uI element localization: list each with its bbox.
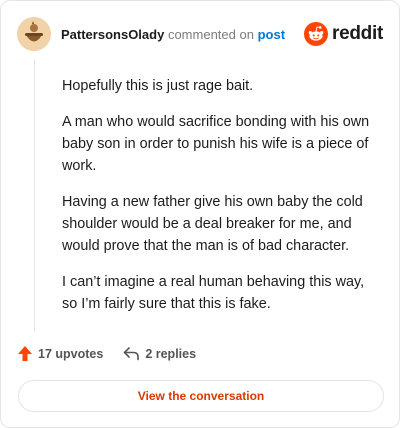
comment-paragraph: A man who would sacrifice bonding with h… bbox=[62, 114, 370, 174]
view-conversation-button[interactable]: View the conversation bbox=[18, 380, 384, 412]
reddit-logo[interactable]: reddit bbox=[304, 22, 383, 46]
view-conversation-label: View the conversation bbox=[137, 389, 265, 403]
post-link[interactable]: post bbox=[258, 27, 285, 42]
comment-meta: PattersonsOlady commented on post bbox=[61, 27, 285, 42]
upvote-arrow-icon bbox=[18, 346, 32, 361]
user-avatar[interactable] bbox=[17, 17, 51, 51]
commented-on-label: commented on bbox=[167, 26, 254, 42]
comment-card: PattersonsOlady commented on post reddit… bbox=[0, 0, 400, 428]
comment-body: Hopefully this is just rage bait. A man … bbox=[62, 75, 380, 329]
avatar-icon bbox=[17, 17, 51, 51]
username[interactable]: PattersonsOlady bbox=[61, 27, 164, 42]
thread-line bbox=[34, 59, 35, 331]
reply-arrow-icon bbox=[124, 347, 140, 361]
upvote-button[interactable]: 17 upvotes bbox=[17, 345, 103, 362]
comment-paragraph: Hopefully this is just rage bait. bbox=[62, 78, 254, 94]
reddit-wordmark: reddit bbox=[332, 23, 383, 44]
replies-count: 2 replies bbox=[145, 346, 197, 361]
upvote-count: 17 upvotes bbox=[38, 346, 104, 361]
reddit-snoo-icon bbox=[304, 22, 329, 46]
comment-header: PattersonsOlady commented on post reddit bbox=[17, 17, 383, 51]
comment-actions: 17 upvotes 2 replies bbox=[17, 345, 196, 362]
comment-paragraph: I can’t imagine a real human behaving th… bbox=[62, 274, 365, 312]
replies-button[interactable]: 2 replies bbox=[123, 346, 196, 361]
comment-paragraph: Having a new father give his own baby th… bbox=[62, 194, 363, 254]
